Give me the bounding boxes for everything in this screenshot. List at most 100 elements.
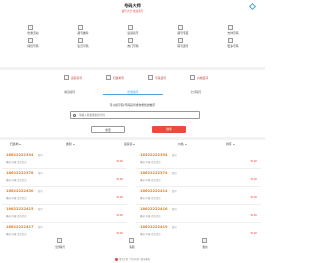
number-price: ¥100 [116, 214, 123, 217]
search-box[interactable] [70, 111, 200, 119]
sort-label: 归属地 [10, 142, 19, 146]
number-card[interactable]: 18622222378 靓号 移动 中国 北京北京 ¥100 [2, 169, 127, 187]
chevron-down-icon [72, 143, 75, 145]
grid-item[interactable]: 运营商号 [108, 25, 158, 37]
phone-number: 18622222334 [6, 153, 34, 157]
nav-profile[interactable]: 我的 [180, 238, 230, 250]
grid-item-label: 吉祥号码 [227, 31, 239, 35]
grid-item[interactable]: 靓号推荐 [58, 25, 108, 37]
grid-item[interactable]: 尾号选号 [158, 38, 208, 50]
number-price: ¥100 [116, 232, 123, 235]
nav-service[interactable]: 客服 [107, 238, 157, 250]
chevron-down-icon [133, 143, 136, 145]
number-desc: 移动 中国 北京北京 [140, 179, 161, 182]
tab-featured[interactable]: 精选靓号 [40, 90, 100, 94]
cake-icon [78, 38, 83, 43]
crown-icon [178, 25, 183, 30]
page-subtitle: 靓号大全 欢迎选号 [121, 10, 144, 13]
sort-label: 排序 [226, 142, 232, 146]
grid-item[interactable]: 优惠活动 [8, 25, 58, 37]
number-desc: 移动 中国 北京北京 [140, 215, 161, 218]
sort-location[interactable]: 归属地 [10, 142, 22, 146]
phone-number: 18622222415 [6, 207, 34, 211]
number-price: ¥100 [116, 178, 123, 181]
phone-number: 18622222374 [140, 171, 168, 175]
number-price: ¥100 [116, 160, 123, 163]
sort-label: 运营商 [124, 142, 133, 146]
number-tag: 靓号 [38, 208, 43, 212]
nav-label: 我的 [202, 246, 208, 249]
phone-number: 18622222417 [6, 225, 34, 229]
divider [0, 137, 265, 140]
number-tag: 靓号 [172, 154, 177, 158]
search-hint: 可以按号码/号码段查找你想找的数字 [109, 103, 156, 107]
phone-number: 18622222419 [140, 225, 168, 229]
phone-number: 18622222430 [6, 189, 34, 193]
reset-button[interactable]: 重置 [91, 126, 125, 133]
number-card[interactable]: 18622222334 靓号 移动 中国 北京北京 ¥100 [2, 151, 127, 169]
user-icon [202, 238, 207, 243]
grid-item[interactable]: 靓号专区 [158, 25, 208, 37]
number-card[interactable]: 18622222414 靓号 移动 中国 北京北京 ¥100 [136, 187, 261, 205]
filter-row-label: 归属地号 [113, 76, 125, 80]
search-input[interactable] [79, 112, 199, 119]
price-icon [190, 75, 195, 80]
nav-label: 客服 [129, 246, 135, 249]
number-tag: 靓号 [172, 172, 177, 176]
number-card[interactable]: 18622222415 靓号 移动 中国 北京北京 ¥100 [2, 205, 127, 223]
tab-all[interactable]: 全部靓号 [166, 90, 226, 94]
number-tag: 靓号 [38, 190, 43, 194]
filter-row-label: 价格区间 [197, 76, 209, 80]
grid-item[interactable]: 情侣号码 [8, 38, 58, 50]
fire-icon [128, 38, 133, 43]
number-card[interactable]: 18622222430 靓号 移动 中国 北京北京 ¥100 [2, 187, 127, 205]
number-desc: 移动 中国 北京北京 [6, 179, 27, 182]
number-tag: 靓号 [172, 190, 177, 194]
sort-price[interactable]: 价格 [178, 142, 187, 146]
sort-carrier[interactable]: 运营商 [124, 142, 136, 146]
chevron-down-icon [19, 143, 22, 145]
chevron-down-icon [184, 143, 187, 145]
nav-all[interactable]: 全部靓号 [35, 238, 85, 250]
number-tag: 靓号 [172, 226, 177, 230]
category-grid: 优惠活动 靓号推荐 运营商号 靓号专区 吉祥号码 情侣号码 生日号码 热门号码 … [8, 25, 258, 65]
number-tag: 靓号 [172, 208, 177, 212]
bottom-nav: 全部靓号 客服 我的 [0, 236, 265, 256]
lucky-icon [228, 25, 233, 30]
segment-icon [148, 75, 153, 80]
number-tag: 靓号 [38, 172, 43, 176]
sort-order[interactable]: 排序 [226, 142, 235, 146]
search-icon [178, 38, 183, 43]
number-desc: 移动 中国 北京北京 [6, 215, 27, 218]
grid-item-label: 更多号码 [227, 44, 239, 48]
number-desc: 移动 中国 北京北京 [6, 197, 27, 200]
number-tag: 靓号 [38, 226, 43, 230]
number-price: ¥100 [250, 232, 257, 235]
grid-item-label: 尾号选号 [177, 44, 189, 48]
number-card[interactable]: 18622222374 靓号 移动 中国 北京北京 ¥100 [136, 169, 261, 187]
nav-label: 全部靓号 [54, 246, 66, 249]
grid-item-label: 运营商号 [127, 31, 139, 35]
number-tag: 靓号 [38, 154, 43, 158]
grid-item[interactable]: 热门号码 [108, 38, 158, 50]
filter-row-label: 号段选号 [155, 76, 167, 80]
grid-item-label: 靓号推荐 [77, 31, 89, 35]
divider [0, 67, 265, 70]
filter-row-item[interactable]: 价格区间 [184, 75, 234, 82]
grid-item[interactable]: 更多号码 [208, 38, 258, 50]
sort-bar: 归属地 类别 运营商 价格 排序 [0, 142, 265, 149]
number-card[interactable]: 18622222416 靓号 移动 中国 北京北京 ¥100 [136, 205, 261, 223]
chevron-down-icon [232, 143, 235, 145]
gift-icon [28, 25, 33, 30]
number-card[interactable]: 18522222354 靓号 移动 中国 北京北京 ¥100 [136, 151, 261, 169]
phone-number: 18622222416 [140, 207, 168, 211]
sort-category[interactable]: 类别 [66, 142, 75, 146]
search-icon [73, 113, 77, 117]
number-desc: 移动 中国 北京北京 [140, 161, 161, 164]
grid-item[interactable]: 生日号码 [58, 38, 108, 50]
number-price: ¥100 [250, 160, 257, 163]
search-button[interactable]: 搜索 [152, 126, 186, 133]
tab-discount[interactable]: 优惠靓号 [103, 90, 163, 95]
grid-item-label: 靓号专区 [177, 31, 189, 35]
grid-item[interactable]: 吉祥号码 [208, 25, 258, 37]
